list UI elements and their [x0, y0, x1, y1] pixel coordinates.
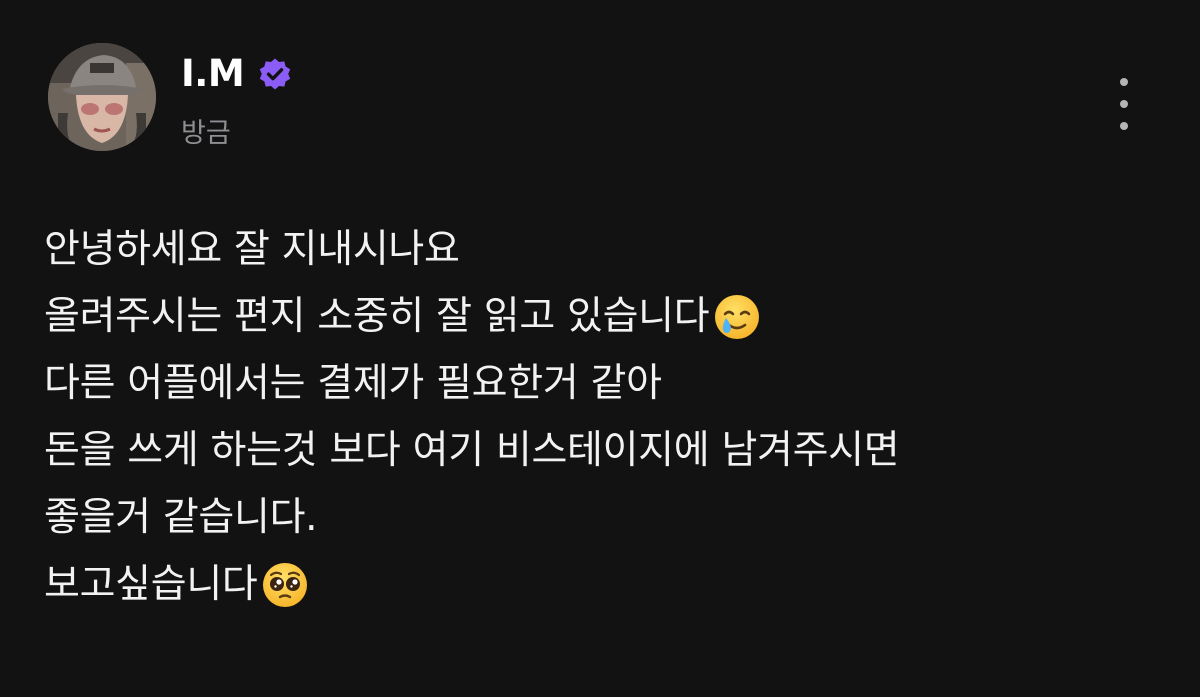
- more-options-button[interactable]: [1108, 78, 1140, 130]
- more-vertical-icon-dot: [1120, 100, 1128, 108]
- more-vertical-icon-dot: [1120, 122, 1128, 130]
- verified-badge-icon: [259, 58, 291, 90]
- smiling-face-with-tear-icon: [715, 294, 760, 339]
- post-line-text: 올려주시는 편지 소중히 잘 읽고 있습니다: [44, 294, 710, 339]
- post-line-text: 돈을 쓰게 하는것 보다 여기 비스테이지에 남겨주시면: [44, 428, 900, 473]
- post-timestamp: 방금: [181, 118, 231, 149]
- post-line-text: 다른 어플에서는 결제가 필요한거 같아: [44, 361, 662, 406]
- more-vertical-icon: [1120, 78, 1128, 86]
- post-line: 올려주시는 편지 소중히 잘 읽고 있습니다: [44, 283, 1164, 350]
- post-line: 좋을거 같습니다.: [44, 484, 1164, 551]
- pleading-face-icon: [263, 562, 308, 607]
- post-line: 보고싶습니다: [44, 551, 1164, 618]
- post-body: 안녕하세요 잘 지내시나요 올려주시는 편지 소중히 잘 읽고 있습니다 다른 …: [44, 216, 1164, 618]
- post-line: 돈을 쓰게 하는것 보다 여기 비스테이지에 남겨주시면: [44, 417, 1164, 484]
- post-line: 다른 어플에서는 결제가 필요한거 같아: [44, 350, 1164, 417]
- post-line: 안녕하세요 잘 지내시나요: [44, 216, 1164, 283]
- post-line-text: 보고싶습니다: [44, 562, 258, 607]
- author-name-text[interactable]: I.M: [181, 50, 245, 98]
- post-card: I.M 방금 안녕하세요 잘 지내시나요 올려주시는 편지 소중히 잘 읽고 있…: [0, 0, 1200, 697]
- post-line-text: 안녕하세요 잘 지내시나요: [44, 227, 460, 272]
- avatar[interactable]: [48, 43, 156, 151]
- post-line-text: 좋을거 같습니다.: [44, 495, 318, 540]
- author-name[interactable]: I.M: [181, 50, 292, 98]
